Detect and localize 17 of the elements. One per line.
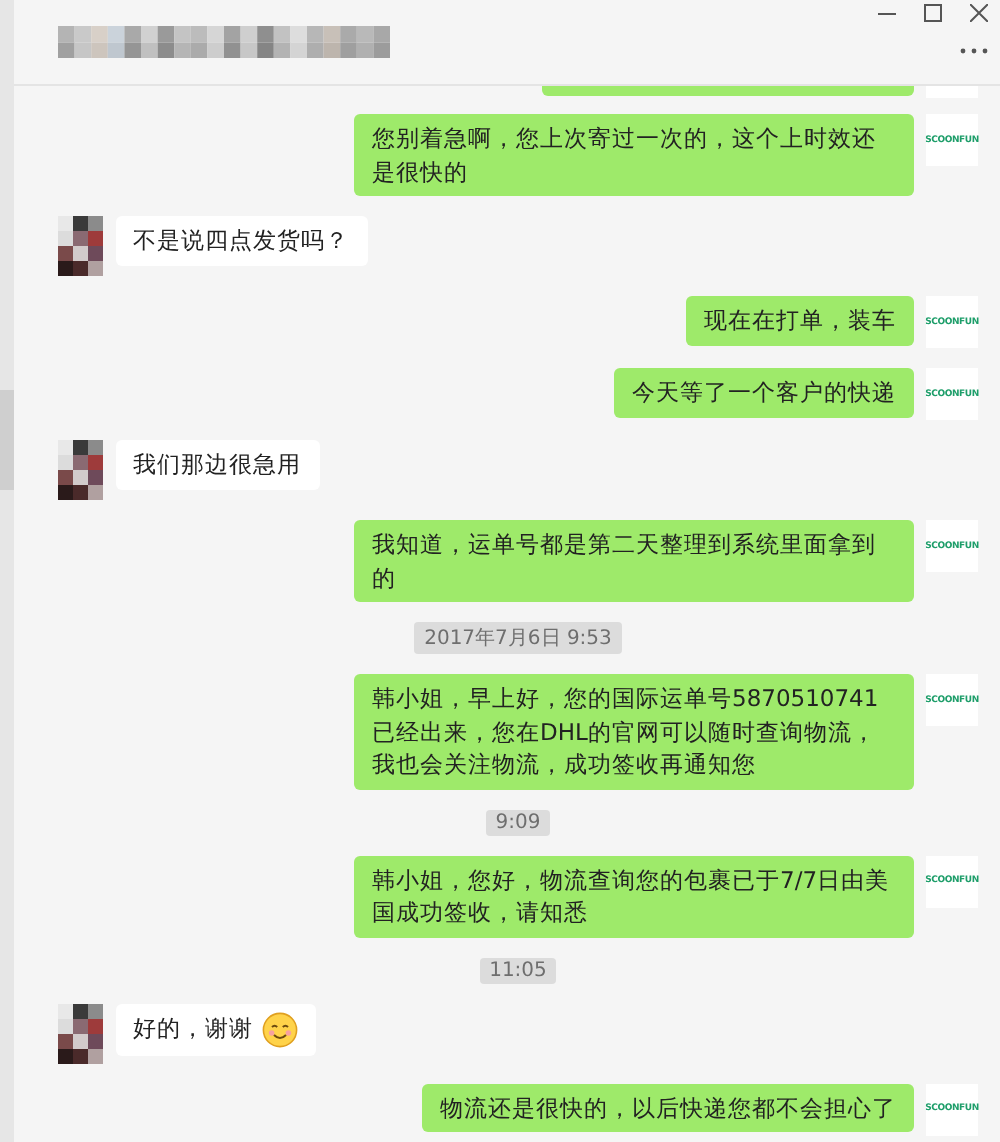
message-bubble: 我们那边很急用 xyxy=(115,440,319,489)
message-bubble: 不是说四点发货吗？ xyxy=(115,216,367,265)
message-bubble: 物流还是很快的，以后快递您都不会担心了 xyxy=(422,1083,914,1132)
message-bubble: 韩小姐，您好，物流查询您的包裹已于7/7日由美国成功签收，请知悉 xyxy=(354,855,914,937)
timestamp: 9:09 xyxy=(485,809,551,835)
message-bubble: 现在在打单，装车 xyxy=(686,296,914,345)
timestamp: 11:05 xyxy=(479,957,557,983)
message-bubble: 韩小姐，早上好，您的国际运单号5870510741已经出来，您在DHL的官网可以随时查询物流，我也会关注物流，成功签收再通知您 xyxy=(354,674,914,789)
more-icon[interactable] xyxy=(960,48,988,54)
timestamp: 2017年7月6日 9:53 xyxy=(414,622,622,654)
message-bubble: 好的，谢谢 xyxy=(115,1003,315,1055)
maximize-icon[interactable] xyxy=(924,4,942,22)
scrollbar-thumb[interactable] xyxy=(0,390,14,490)
message-bubble: 今天等了一个客户的快递 xyxy=(614,368,914,417)
message-bubble: 您别着急啊，您上次寄过一次的，这个上时效还是很快的 xyxy=(354,114,914,196)
close-icon[interactable] xyxy=(970,4,988,22)
message-bubble: 我知道，运单号都是第二天整理到系统里面拿到的 xyxy=(354,520,914,602)
